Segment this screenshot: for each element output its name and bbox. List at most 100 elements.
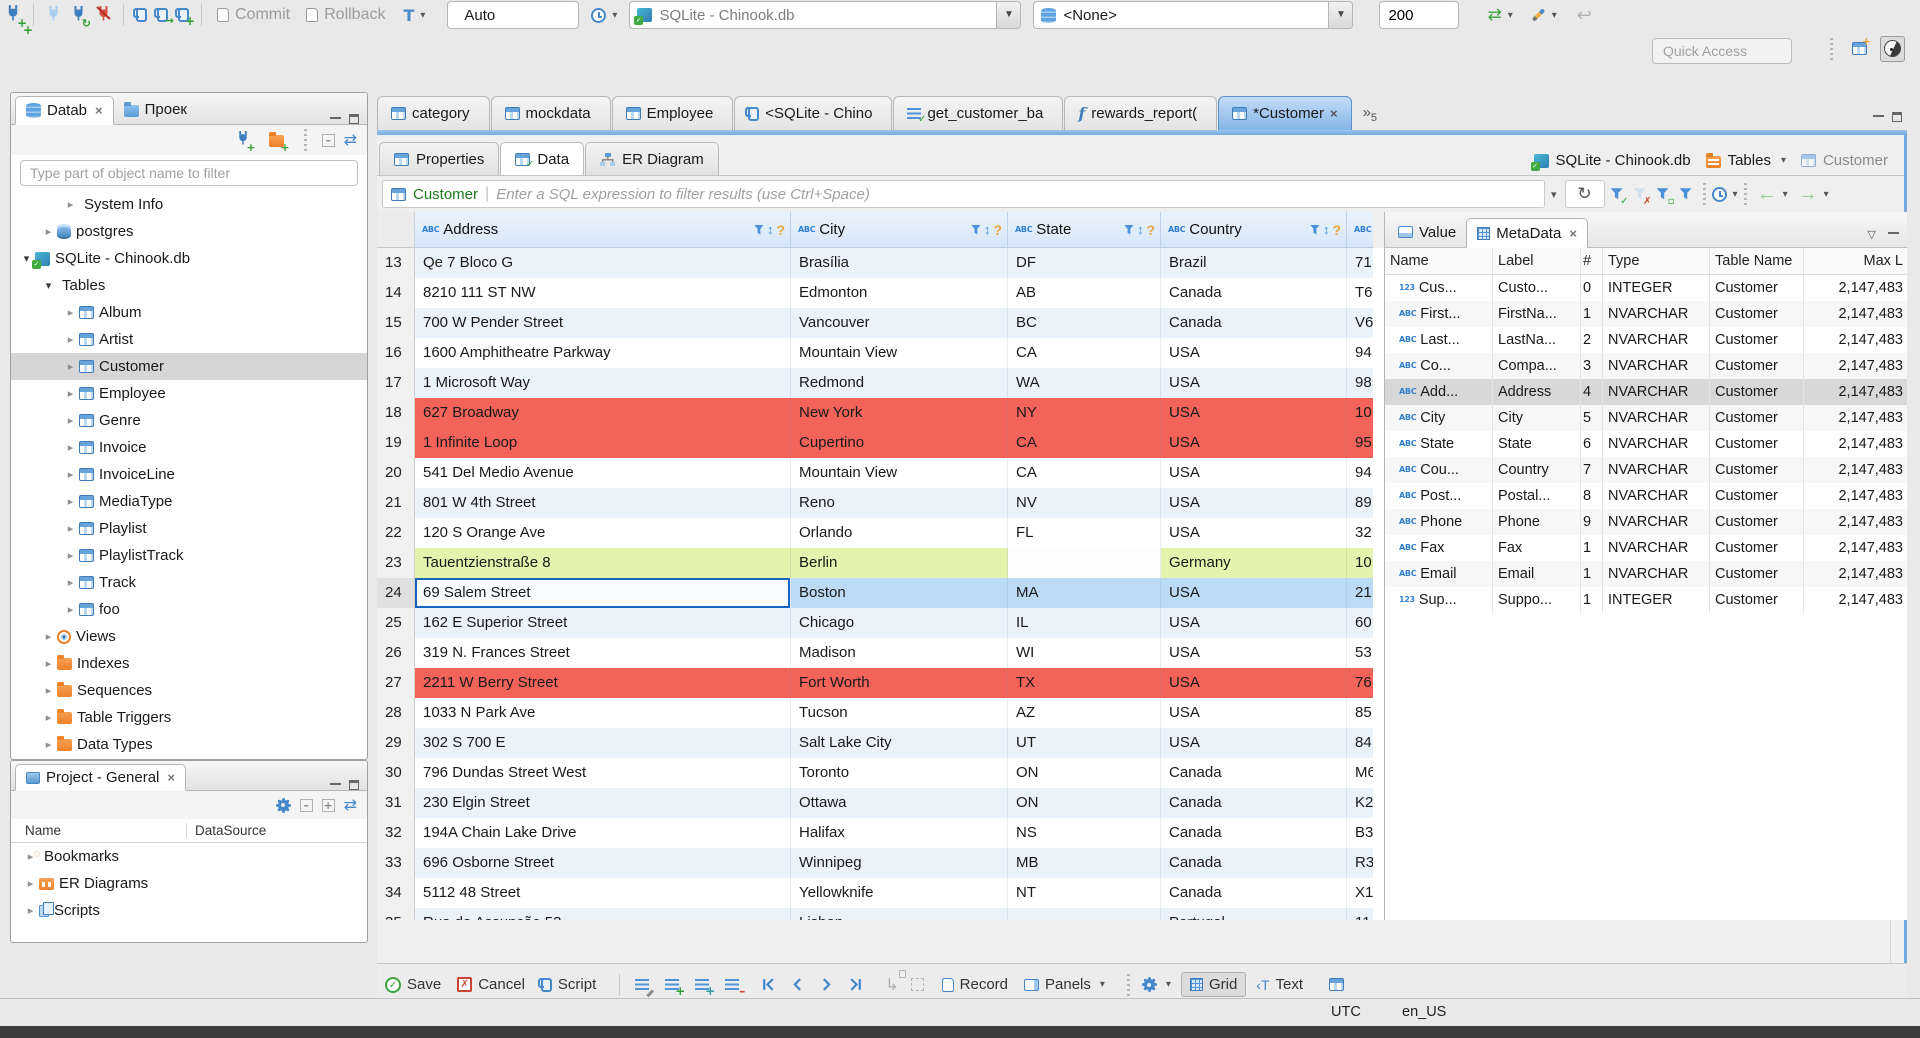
cell-postalcode-clipped[interactable]: 71 — [1347, 248, 1373, 278]
expand-arrow-icon[interactable] — [63, 306, 78, 319]
cell-postalcode-clipped[interactable]: R3 — [1347, 848, 1373, 878]
cell-address[interactable]: 5112 48 Street — [415, 878, 791, 908]
metadata-type[interactable]: NVARCHAR — [1603, 405, 1710, 431]
editor-tab[interactable]: rewards_report( — [1064, 96, 1218, 130]
column-header-datasource[interactable]: DataSource — [187, 823, 266, 838]
metadata-table-name[interactable]: Customer — [1710, 509, 1804, 535]
cell-country[interactable]: Brazil — [1161, 248, 1347, 278]
metadata-row[interactable]: ABC First... FirstNa... 1 NVARCHAR Custom… — [1385, 301, 1907, 327]
expand-arrow-icon[interactable] — [63, 576, 78, 589]
metadata-name[interactable]: 123 Cus... — [1385, 275, 1493, 301]
cancel-button[interactable]: ✗ Cancel — [457, 976, 525, 993]
cell-city[interactable]: Brasília — [791, 248, 1008, 278]
cell-address[interactable]: 700 W Pender Street — [415, 308, 791, 338]
metadata-name[interactable]: ABC Last... — [1385, 327, 1493, 353]
maximize-icon[interactable] — [349, 780, 359, 790]
cell-country[interactable]: Germany — [1161, 548, 1347, 578]
minimize-icon[interactable] — [1888, 231, 1899, 234]
cell-postalcode-clipped[interactable]: 53 — [1347, 638, 1373, 668]
dbeaver-perspective-button[interactable] — [1880, 36, 1905, 62]
cell-state[interactable]: IL — [1008, 608, 1161, 638]
cell-city[interactable]: Edmonton — [791, 278, 1008, 308]
tree-item[interactable]: Views — [11, 623, 367, 650]
expand-arrow-icon[interactable] — [41, 279, 56, 292]
metadata-type[interactable]: INTEGER — [1603, 587, 1710, 613]
refresh-button[interactable]: ↻ — [1564, 180, 1605, 208]
cell-postalcode-clipped[interactable]: K2 — [1347, 788, 1373, 818]
new-connection-button[interactable]: + — [5, 4, 33, 37]
open-sql-script-button[interactable]: → — [154, 6, 174, 27]
filter-icon[interactable] — [1123, 224, 1134, 235]
row-number[interactable]: 16 — [377, 338, 415, 368]
cell-address[interactable]: 696 Osborne Street — [415, 848, 791, 878]
expand-arrow-icon[interactable] — [41, 711, 56, 724]
tree-item[interactable]: foo — [11, 596, 367, 623]
cell-country[interactable]: Canada — [1161, 278, 1347, 308]
cell-city[interactable]: New York — [791, 398, 1008, 428]
editor-tab[interactable]: category — [377, 96, 490, 130]
tree-item[interactable]: Indexes — [11, 650, 367, 677]
metadata-label[interactable]: Suppo... — [1493, 587, 1581, 613]
metadata-label[interactable]: Email — [1493, 561, 1581, 587]
cell-country[interactable]: Canada — [1161, 758, 1347, 788]
metadata-label[interactable]: Compa... — [1493, 353, 1581, 379]
expand-arrow-icon[interactable] — [63, 414, 78, 427]
apply-filter-button[interactable] — [1610, 185, 1629, 207]
result-subtab[interactable]: Properties — [379, 142, 500, 175]
cell-country[interactable]: USA — [1161, 728, 1347, 758]
row-number[interactable]: 20 — [377, 458, 415, 488]
cell-country[interactable]: USA — [1161, 398, 1347, 428]
minimize-icon[interactable] — [330, 782, 341, 785]
timezone-indicator[interactable]: UTC — [1331, 1004, 1361, 1020]
tree-item[interactable]: Tables — [11, 272, 367, 299]
cell-city[interactable]: Cupertino — [791, 428, 1008, 458]
tree-item[interactable]: PlaylistTrack — [11, 542, 367, 569]
quick-access-input[interactable] — [1652, 38, 1792, 64]
metadata-max-length[interactable]: 2,147,483 — [1804, 301, 1904, 327]
cell-address[interactable]: 2211 W Berry Street — [415, 668, 791, 698]
cell-address[interactable]: 1 Infinite Loop — [415, 428, 791, 458]
metadata-name[interactable]: ABC Co... — [1385, 353, 1493, 379]
row-number[interactable]: 34 — [377, 878, 415, 908]
cell-country[interactable]: USA — [1161, 488, 1347, 518]
cell-state[interactable] — [1008, 908, 1161, 920]
metadata-row[interactable]: ABC Fax Fax 1 NVARCHAR Customer 2,147,483 — [1385, 535, 1907, 561]
cell-address[interactable]: 541 Del Medio Avenue — [415, 458, 791, 488]
metadata-name[interactable]: ABC Cou... — [1385, 457, 1493, 483]
cell-state[interactable]: TX — [1008, 668, 1161, 698]
nav-back-button[interactable]: ← ▾ — [1757, 183, 1788, 206]
metadata-row[interactable]: ABC Add... Address 4 NVARCHAR Customer 2,… — [1385, 379, 1907, 405]
metadata-ordinal[interactable]: 3 — [1581, 353, 1603, 379]
cell-state[interactable]: CA — [1008, 428, 1161, 458]
cell-state[interactable]: AZ — [1008, 698, 1161, 728]
metadata-label[interactable]: Country — [1493, 457, 1581, 483]
cell-city[interactable]: Lisbon — [791, 908, 1008, 920]
expand-arrow-icon[interactable] — [63, 549, 78, 562]
tab-metadata[interactable]: MetaData × — [1466, 218, 1588, 248]
last-row-icon[interactable] — [848, 977, 863, 992]
collapse-all-icon[interactable]: – — [321, 133, 335, 147]
cell-city[interactable]: Ottawa — [791, 788, 1008, 818]
metadata-name[interactable]: ABC City — [1385, 405, 1493, 431]
row-number[interactable]: 27 — [377, 668, 415, 698]
add-row-button[interactable] — [665, 976, 685, 998]
cell-city[interactable]: Chicago — [791, 608, 1008, 638]
reconnect-button[interactable]: ↻ — [71, 5, 91, 30]
cell-country[interactable]: USA — [1161, 638, 1347, 668]
tree-item[interactable]: Invoice — [11, 434, 367, 461]
row-number[interactable]: 13 — [377, 248, 415, 278]
cell-state[interactable]: NY — [1008, 398, 1161, 428]
cell-postalcode-clipped[interactable]: 10 — [1347, 398, 1373, 428]
cell-state[interactable]: NT — [1008, 878, 1161, 908]
metadata-table-name[interactable]: Customer — [1710, 301, 1804, 327]
expand-all-icon[interactable]: + — [321, 798, 335, 812]
result-subtab[interactable]: Data — [500, 142, 585, 175]
breadcrumb-entity[interactable]: Customer — [1823, 152, 1888, 169]
new-folder-button[interactable]: + — [268, 131, 290, 154]
cell-address[interactable]: Tauentzienstraße 8 — [415, 548, 791, 578]
metadata-row[interactable]: 123 Sup... Suppo... 1 INTEGER Customer 2,… — [1385, 587, 1907, 613]
tree-item[interactable]: postgres — [11, 218, 367, 245]
project-item[interactable]: Bookmarks — [11, 843, 367, 870]
previous-row-icon[interactable] — [790, 977, 805, 992]
editor-tab[interactable]: Employee — [611, 96, 734, 130]
